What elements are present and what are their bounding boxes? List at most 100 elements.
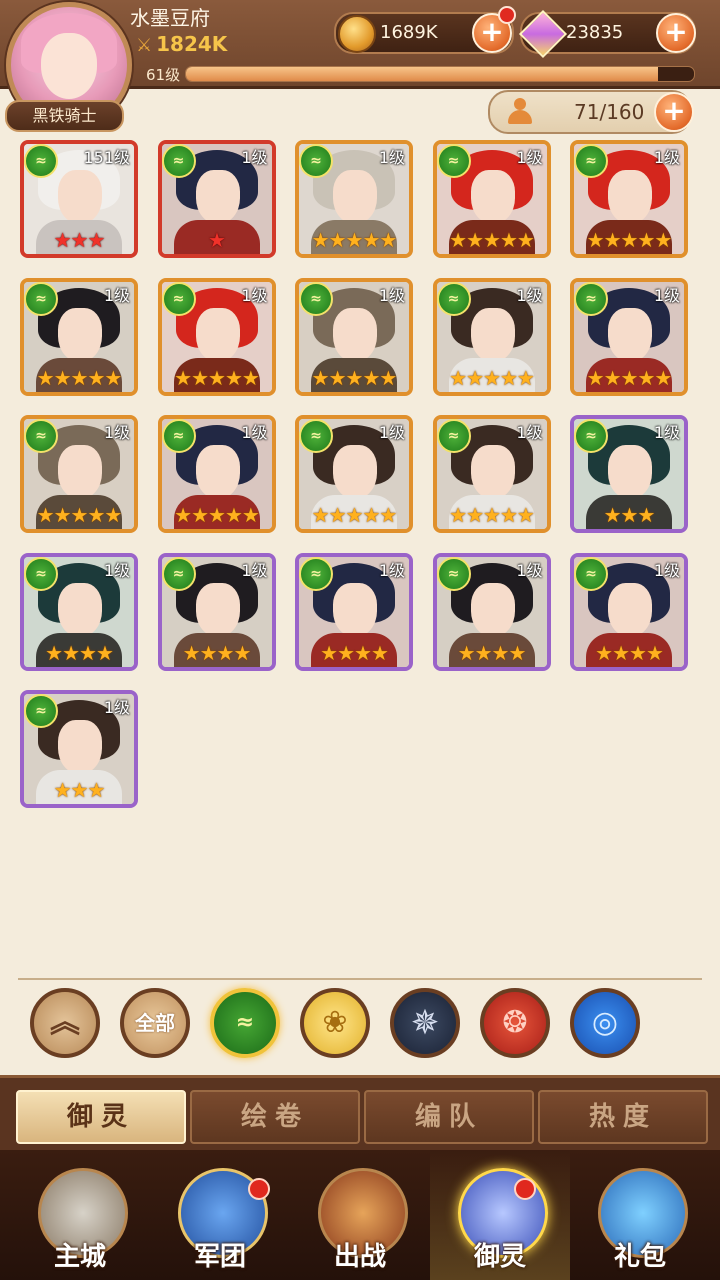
star-icon: ★ — [87, 228, 105, 252]
hero-card[interactable]: ≈1级 ★★★★★ — [295, 140, 413, 258]
hero-card[interactable]: ≈1级 ★★★★★ — [20, 277, 138, 396]
star-icon: ★ — [337, 640, 355, 665]
coin-value: 1689K — [380, 22, 438, 43]
star-icon: ★ — [620, 228, 639, 252]
player-name: 水墨豆府 — [130, 6, 210, 30]
star-icon: ★ — [79, 640, 97, 665]
nav-legion[interactable]: 军团 — [150, 1150, 290, 1280]
star-icon: ★ — [483, 228, 501, 252]
star-icon: ★ — [354, 640, 372, 665]
hero-card[interactable]: ≈1级 ★★★★★ — [295, 277, 413, 396]
star-icon: ★ — [370, 640, 389, 665]
hero-card[interactable]: ≈151级 ★★★ — [20, 140, 138, 258]
hero-card[interactable]: ≈1级 ★★★ — [570, 415, 688, 533]
star-icon: ★ — [311, 228, 330, 252]
star-icon: ★ — [87, 365, 105, 390]
hero-level: 1级 — [378, 560, 405, 580]
star-icon: ★ — [612, 640, 630, 665]
hero-stars: ★★★★ — [162, 641, 272, 665]
hero-level: 1级 — [516, 560, 543, 580]
hero-level: 1级 — [653, 560, 680, 580]
nav-spirits-label: 御灵 — [473, 1242, 526, 1272]
add-gems-button[interactable]: + — [656, 13, 696, 53]
leaf-faction-icon: ≈ — [24, 281, 58, 316]
hero-card[interactable]: ≈1级 ★★★★★ — [20, 415, 138, 533]
hero-level: 1级 — [653, 285, 680, 305]
hero-level: 1级 — [241, 423, 268, 442]
hero-card[interactable]: ≈1级 ★★★★ — [432, 552, 551, 671]
star-icon: ★ — [70, 365, 89, 390]
hero-card[interactable]: ≈1级 ★★★★★ — [432, 415, 551, 533]
hero-card[interactable]: ≈1级 ★★★★ — [295, 552, 413, 671]
star-icon: ★ — [595, 640, 613, 665]
hero-level: 1级 — [241, 560, 268, 580]
filter-nature-button[interactable]: ≈ — [210, 988, 280, 1058]
expand-roster-button[interactable]: + — [654, 92, 694, 132]
nav-battle[interactable]: 出战 — [290, 1150, 430, 1280]
hero-card[interactable]: ≈1级 ★★★★★ — [432, 277, 551, 396]
leaf-faction-icon: ≈ — [24, 694, 58, 728]
nav-gift-pack[interactable]: 礼包 — [570, 1150, 710, 1280]
leaf-faction-icon: ≈ — [161, 144, 196, 178]
roster-capacity-value: 71/160 — [574, 100, 645, 124]
hero-card[interactable]: ≈1级 ★★★★★ — [570, 140, 688, 258]
star-icon: ★ — [586, 365, 605, 390]
hero-card[interactable]: ≈1级 ★★★★★ — [295, 415, 413, 533]
leaf-faction-icon: ≈ — [299, 419, 333, 453]
star-icon: ★ — [483, 365, 501, 390]
hero-stars: ★★★★★ — [299, 366, 409, 390]
hero-card[interactable]: ≈1级 ★★★ — [20, 690, 138, 808]
phoenix-faction-icon: ❂ — [502, 1005, 528, 1040]
hero-level: 1级 — [241, 285, 268, 305]
hero-level: 1级 — [378, 285, 405, 305]
hero-card[interactable]: ≈1级 ★★★★★ — [570, 277, 688, 396]
hero-card[interactable]: ≈1级 ★★★★ — [20, 552, 138, 671]
tab-gallery[interactable]: 绘卷 — [190, 1090, 360, 1144]
hero-stars: ★★★ — [574, 503, 684, 527]
hero-level: 1级 — [103, 698, 130, 717]
hero-level: 1级 — [103, 285, 130, 305]
star-icon: ★ — [70, 503, 89, 527]
leaf-faction-icon: ≈ — [24, 144, 58, 178]
hero-card[interactable]: ≈1级 ★★★★ — [157, 552, 276, 671]
tab-popularity[interactable]: 热度 — [538, 1090, 708, 1144]
coin-notification-dot — [498, 6, 516, 24]
tab-formation[interactable]: 编队 — [364, 1090, 534, 1144]
hero-card[interactable]: ≈1级 ★★★★★ — [157, 415, 276, 533]
star-icon: ★ — [311, 365, 330, 390]
hero-card[interactable]: ≈1级 ★★★★★ — [432, 140, 551, 258]
star-icon: ★ — [241, 503, 260, 527]
filter-all-button[interactable]: 全部 — [120, 988, 190, 1058]
leaf-faction-icon: ≈ — [24, 556, 58, 591]
gem-value: 23835 — [566, 22, 624, 43]
star-icon: ★ — [457, 640, 476, 665]
hero-stars: ★★★★★ — [437, 503, 547, 527]
star-icon: ★ — [379, 228, 397, 252]
hero-stars: ★★★★★ — [299, 503, 409, 527]
nav-legion-label: 军团 — [193, 1242, 246, 1272]
star-icon: ★ — [208, 365, 226, 390]
star-icon: ★ — [182, 640, 201, 665]
hero-stars: ★★★ — [24, 228, 134, 252]
filter-water-button[interactable]: ◎ — [570, 988, 640, 1058]
filter-dark-button[interactable]: ✵ — [390, 988, 460, 1058]
collapse-filter-button[interactable]: ︽ — [30, 988, 100, 1058]
leaf-faction-icon: ≈ — [436, 556, 471, 591]
leaf-faction-icon: ≈ — [574, 419, 608, 453]
player-title-badge: 黑铁骑士 — [5, 100, 124, 132]
hero-stars: ★★★★★ — [24, 503, 134, 527]
star-icon: ★ — [508, 640, 526, 665]
star-icon: ★ — [345, 503, 364, 527]
filter-fire-button[interactable]: ❂ — [480, 988, 550, 1058]
hero-level: 1级 — [653, 423, 680, 442]
hero-level: 151级 — [83, 148, 130, 167]
star-faction-icon: ✵ — [410, 1003, 440, 1043]
star-icon: ★ — [466, 503, 484, 527]
filter-light-button[interactable]: ❀ — [300, 988, 370, 1058]
nav-main-city[interactable]: 主城 — [10, 1150, 150, 1280]
nav-spirits[interactable]: 御灵 — [430, 1150, 570, 1280]
tab-spirits[interactable]: 御灵 — [16, 1090, 186, 1144]
hero-card[interactable]: ≈1级 ★ — [157, 140, 276, 258]
hero-card[interactable]: ≈1级 ★★★★ — [570, 552, 688, 671]
hero-card[interactable]: ≈1级 ★★★★★ — [157, 277, 276, 396]
